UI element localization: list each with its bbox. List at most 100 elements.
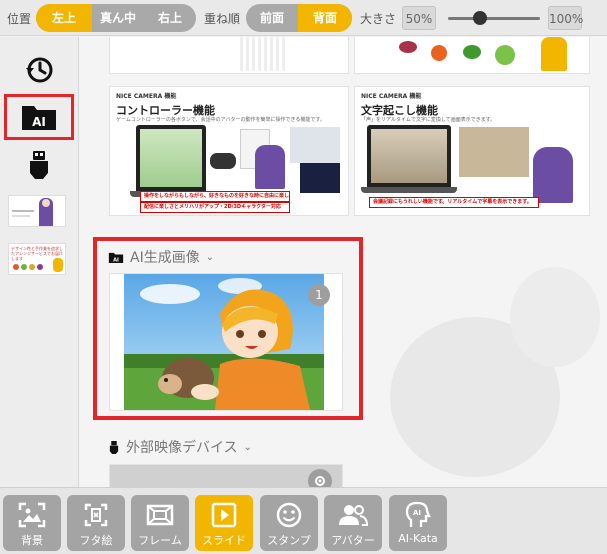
nav-label: AI-Kata [398,532,438,545]
laptop-base [361,187,457,193]
ai-category-button[interactable]: AI [4,94,74,140]
usb-device-icon [109,440,119,454]
thumb-line [12,215,30,217]
history-icon [26,57,53,83]
chevron-down-icon: ⌄ [205,251,215,263]
laptop-screen [140,129,202,187]
category-sidebar: AI デザイン性と手作業を追求したアレンジサービスでお届けします [0,37,79,487]
slide-card-transcribe[interactable]: NICE CAMERA 機能 文字起こし機能 「声」をリアルタイムで文字に変換し… [355,87,589,215]
nav-slide[interactable]: スライド [195,495,253,551]
avatar-figure-icon [533,147,573,203]
external-device-button[interactable] [19,145,59,185]
sidebar-thumb-slide[interactable] [8,195,66,227]
position-option-center[interactable]: 真ん中 [92,4,144,32]
ai-folder-icon: AI [22,106,56,130]
food-icon [399,41,417,53]
card-banner: 会議記録にもうれしい機能です。リアルタイムで字幕を表示できます。 [369,197,539,208]
food-icon [29,264,35,270]
nav-label: フレーム [138,534,182,547]
thumb-line [12,210,34,212]
order-label: 重ね順 [204,12,241,26]
image-count-badge: 1 [308,284,330,306]
position-label: 位置 [7,12,32,26]
nav-ai-kata[interactable]: AI AI-Kata [389,495,447,551]
history-button[interactable] [19,50,59,90]
ai-section-title: AI生成画像 [130,250,200,266]
external-device-card[interactable] [110,465,342,487]
smiley-icon [276,502,302,528]
gamepad-icon [210,153,236,169]
preview-tile-dark [300,163,340,193]
nav-label: 背景 [21,534,43,547]
food-icon [13,264,19,270]
svg-text:AI: AI [113,257,119,263]
gear-icon [315,476,325,486]
size-max-label: 100% [548,6,583,30]
ai-head-icon: AI [405,501,431,527]
size-min-label: 50% [402,6,436,30]
size-label: 大きさ [360,12,397,26]
card-banner: 操作をしながらもしながら、好きなものを好きな時に自由に楽しめます！ [140,191,290,202]
card-description: ゲームコントローラーの各ボタンで、会話中のアバターの動作を簡単に操作できる機能で… [116,117,325,123]
ai-folder-icon: AI [108,252,124,263]
size-slider-thumb[interactable] [473,11,488,25]
svg-text:AI: AI [32,115,46,129]
position-option-top-right[interactable]: 右上 [144,4,196,32]
laptop-illustration [367,125,451,187]
order-option-back[interactable]: 背面 [298,4,352,32]
people-icon [339,505,368,526]
card-banner: 配信に楽しさとメリハリがアップ・2D/3Dキャラクター対応 [140,202,290,213]
food-icon [37,264,43,270]
order-selector: 前面 背面 [246,4,352,32]
position-option-top-left[interactable]: 左上 [36,4,92,32]
preview-tile [290,127,340,163]
food-icon [463,45,481,59]
sidebar-thumb-stamp[interactable]: デザイン性と手作業を追求したアレンジサービスでお届けします [8,243,66,275]
mascot-icon [53,258,63,272]
lid-frame-icon [84,503,108,527]
external-section-title: 外部映像デバイス [126,440,238,456]
slide-card-partial-left[interactable] [110,37,348,73]
food-icon [431,45,447,61]
card-brand: NICE CAMERA 機能 [116,93,177,100]
ai-image-card[interactable]: 1 [110,274,342,410]
nav-label: スライド [202,534,246,547]
nav-avatar[interactable]: アバター [324,495,382,551]
usb-device-icon [30,151,48,179]
chevron-down-icon: ⌄ [243,441,252,453]
mascot-icon [541,37,567,71]
nav-frame[interactable]: フレーム [131,495,189,551]
frame-icon [146,504,174,526]
size-slider-track[interactable] [448,17,540,20]
slide-card-partial-right[interactable] [355,37,589,73]
ai-section-header[interactable]: AI AI生成画像 ⌄ [108,247,214,267]
play-slide-icon [211,502,237,528]
external-section-header[interactable]: 外部映像デバイス ⌄ [108,437,252,457]
nav-lid-image[interactable]: フタ絵 [67,495,125,551]
avatar-clothes-icon [240,37,288,71]
card-brand: NICE CAMERA 機能 [361,93,422,100]
slide-card-controller[interactable]: NICE CAMERA 機能 コントローラー機能 ゲームコントローラーの各ボタン… [110,87,348,215]
content-panel: NICE CAMERA 機能 コントローラー機能 ゲームコントローラーの各ボタン… [80,37,607,487]
avatar-figure-icon [255,145,285,189]
nav-label: アバター [331,534,375,547]
avatar-face-icon [42,199,50,207]
food-icon [21,264,27,270]
food-icon [495,45,515,65]
device-settings-button[interactable] [308,469,332,487]
top-toolbar: 位置 左上 真ん中 右上 重ね順 前面 背面 大きさ 50% 100% [0,0,607,36]
bottom-navigation: 背景 フタ絵 フレーム スライド スタンプ アバター AI AI-Kata [0,487,607,554]
nav-label: フタ絵 [79,534,113,547]
card-description: 「声」をリアルタイムで文字に変換して画面表示できます。 [361,117,496,123]
image-frame-icon [18,502,46,528]
laptop-screen [371,129,447,183]
svg-text:AI: AI [413,509,421,517]
nav-background[interactable]: 背景 [3,495,61,551]
order-option-front[interactable]: 前面 [246,4,298,32]
preview-tile [459,127,529,177]
background-decoration [510,267,600,367]
nav-label: スタンプ [267,534,311,547]
position-selector: 左上 真ん中 右上 [36,4,196,32]
nav-stamp[interactable]: スタンプ [260,495,318,551]
laptop-illustration [136,125,206,191]
